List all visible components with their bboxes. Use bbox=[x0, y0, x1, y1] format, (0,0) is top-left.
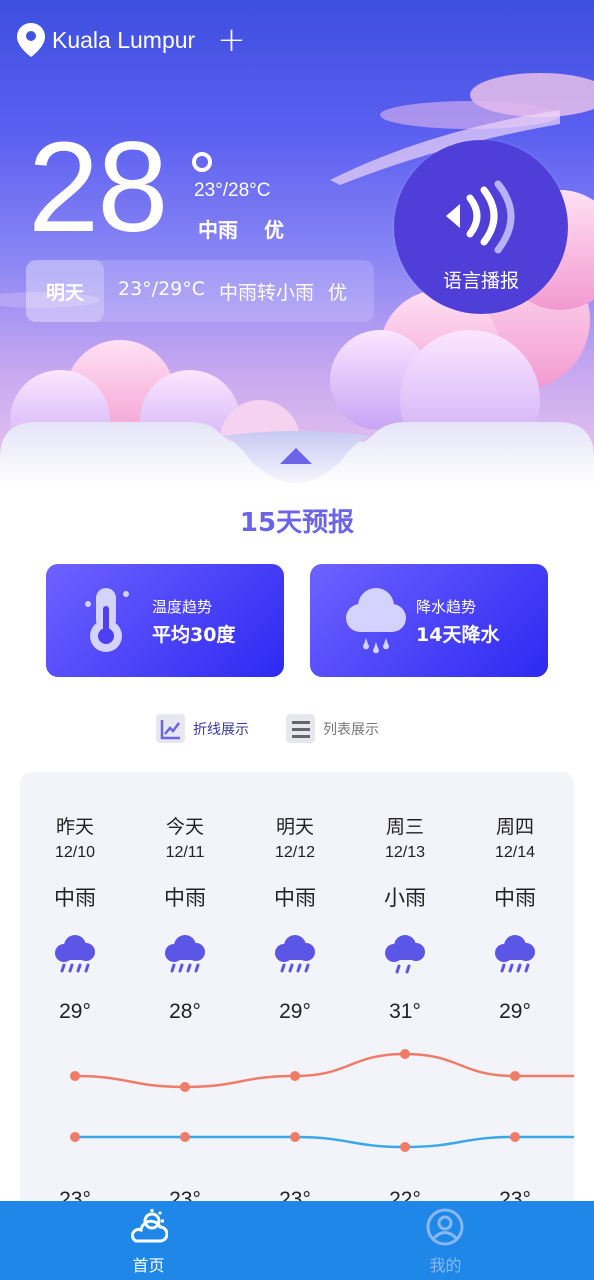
forecast-day-label: 今天 bbox=[165, 816, 204, 838]
temperature-trend-title: 温度趋势 bbox=[152, 598, 213, 616]
forecast-condition: 中雨 bbox=[164, 886, 206, 910]
voice-broadcast-button[interactable]: 语言播报 bbox=[394, 140, 568, 314]
forecast-condition: 小雨 bbox=[384, 886, 426, 910]
low-temp-point bbox=[180, 1132, 190, 1142]
bottom-navigation: 首页 我的 bbox=[0, 1201, 594, 1280]
current-temperature: 28 bbox=[28, 116, 168, 259]
current-condition: 中雨 bbox=[198, 218, 238, 242]
forecast-date: 12/13 bbox=[384, 844, 426, 861]
forecast-day-label: 昨天 bbox=[55, 816, 94, 838]
tomorrow-condition: 中雨转小雨 bbox=[219, 281, 315, 304]
forecast-date: 12/14 bbox=[494, 844, 536, 861]
weather-home-icon bbox=[130, 1209, 168, 1243]
forecast-high-temp: 28° bbox=[169, 1000, 201, 1023]
nav-home-label: 首页 bbox=[132, 1256, 165, 1275]
temperature-trend-value: 平均30度 bbox=[152, 624, 236, 646]
city-name[interactable]: Kuala Lumpur bbox=[52, 27, 195, 54]
tomorrow-info: 23°/29°C 中雨转小雨 优 bbox=[118, 278, 347, 305]
forecast-day-label: 周四 bbox=[495, 816, 534, 838]
line-chart-icon bbox=[156, 714, 185, 743]
list-icon bbox=[286, 714, 315, 743]
forecast-title: 15天预报 bbox=[239, 508, 355, 538]
high-temp-line bbox=[74, 1052, 574, 1089]
voice-broadcast-label: 语言播报 bbox=[442, 270, 519, 292]
low-temp-point bbox=[400, 1142, 410, 1152]
tomorrow-aqi: 优 bbox=[328, 281, 348, 304]
forecast-date: 12/12 bbox=[274, 844, 316, 861]
forecast-high-temp: 29° bbox=[279, 1000, 311, 1023]
forecast-day-label: 明天 bbox=[275, 816, 314, 838]
tomorrow-summary[interactable]: 明天 23°/29°C 中雨转小雨 优 bbox=[26, 260, 374, 322]
high-temp-point bbox=[400, 1049, 410, 1059]
line-view-label: 折线展示 bbox=[193, 721, 249, 738]
rain-icon bbox=[495, 935, 535, 973]
line-view-button[interactable]: 折线展示 bbox=[156, 714, 249, 743]
low-temp-point bbox=[290, 1132, 300, 1142]
precipitation-trend-card[interactable]: 降水趋势 14天降水 bbox=[310, 564, 548, 677]
forecast-high-temp: 29° bbox=[499, 1000, 531, 1023]
light-rain-icon bbox=[385, 935, 425, 974]
low-temp-line bbox=[75, 1135, 574, 1149]
location-bar: Kuala Lumpur + bbox=[16, 22, 246, 58]
forecast-day-label: 周三 bbox=[385, 816, 424, 838]
location-pin-icon bbox=[17, 23, 45, 57]
nav-home-tab[interactable]: 首页 bbox=[0, 1201, 297, 1280]
degree-symbol bbox=[192, 152, 212, 172]
rain-cloud-icon bbox=[346, 588, 406, 654]
tomorrow-tag: 明天 bbox=[26, 260, 104, 322]
forecast-high-temp: 29° bbox=[59, 1000, 91, 1023]
add-city-button[interactable]: + bbox=[217, 23, 246, 57]
nav-profile-tab[interactable]: 我的 bbox=[297, 1201, 594, 1280]
thermometer-icon bbox=[85, 588, 129, 652]
air-quality: 优 bbox=[264, 218, 284, 242]
low-temp-point bbox=[510, 1132, 520, 1142]
current-condition-row: 中雨 优 bbox=[198, 214, 284, 243]
view-mode-toggle: 折线展示 列表展示 bbox=[0, 714, 594, 744]
precipitation-trend-title: 降水趋势 bbox=[416, 598, 477, 616]
temperature-trend-card[interactable]: 温度趋势 平均30度 bbox=[46, 564, 284, 677]
list-view-label: 列表展示 bbox=[323, 721, 379, 738]
forecast-condition: 中雨 bbox=[274, 886, 316, 910]
rain-icon bbox=[165, 935, 205, 973]
high-temp-point bbox=[180, 1082, 190, 1092]
high-temp-point bbox=[290, 1071, 300, 1081]
forecast-date: 12/10 bbox=[54, 844, 96, 861]
forecast-date: 12/11 bbox=[165, 844, 205, 861]
forecast-high-temp: 31° bbox=[389, 1000, 421, 1023]
rain-icon bbox=[275, 935, 315, 973]
tomorrow-range: 23°/29°C bbox=[118, 277, 206, 300]
profile-icon bbox=[426, 1208, 464, 1246]
speaker-waves-icon bbox=[446, 180, 515, 254]
weather-hero: Kuala Lumpur + 28 23°/28°C 中雨 优 明天 23°/2… bbox=[0, 0, 594, 470]
list-view-button[interactable]: 列表展示 bbox=[286, 714, 379, 743]
forecast-condition: 中雨 bbox=[54, 886, 96, 910]
precipitation-trend-value: 14天降水 bbox=[416, 624, 500, 646]
high-temp-point bbox=[70, 1071, 80, 1081]
nav-profile-label: 我的 bbox=[429, 1256, 462, 1275]
low-temp-point bbox=[70, 1132, 80, 1142]
today-temp-range: 23°/28°C bbox=[194, 180, 271, 201]
high-temp-point bbox=[510, 1071, 520, 1081]
forecast-condition: 中雨 bbox=[494, 886, 536, 910]
rain-icon bbox=[55, 935, 95, 973]
forecast-panel[interactable]: 昨天 12/10 中雨 29° 23° 今天 12/11 中雨 28° 23° 明天 12/12 中雨 2… bbox=[20, 772, 574, 1232]
